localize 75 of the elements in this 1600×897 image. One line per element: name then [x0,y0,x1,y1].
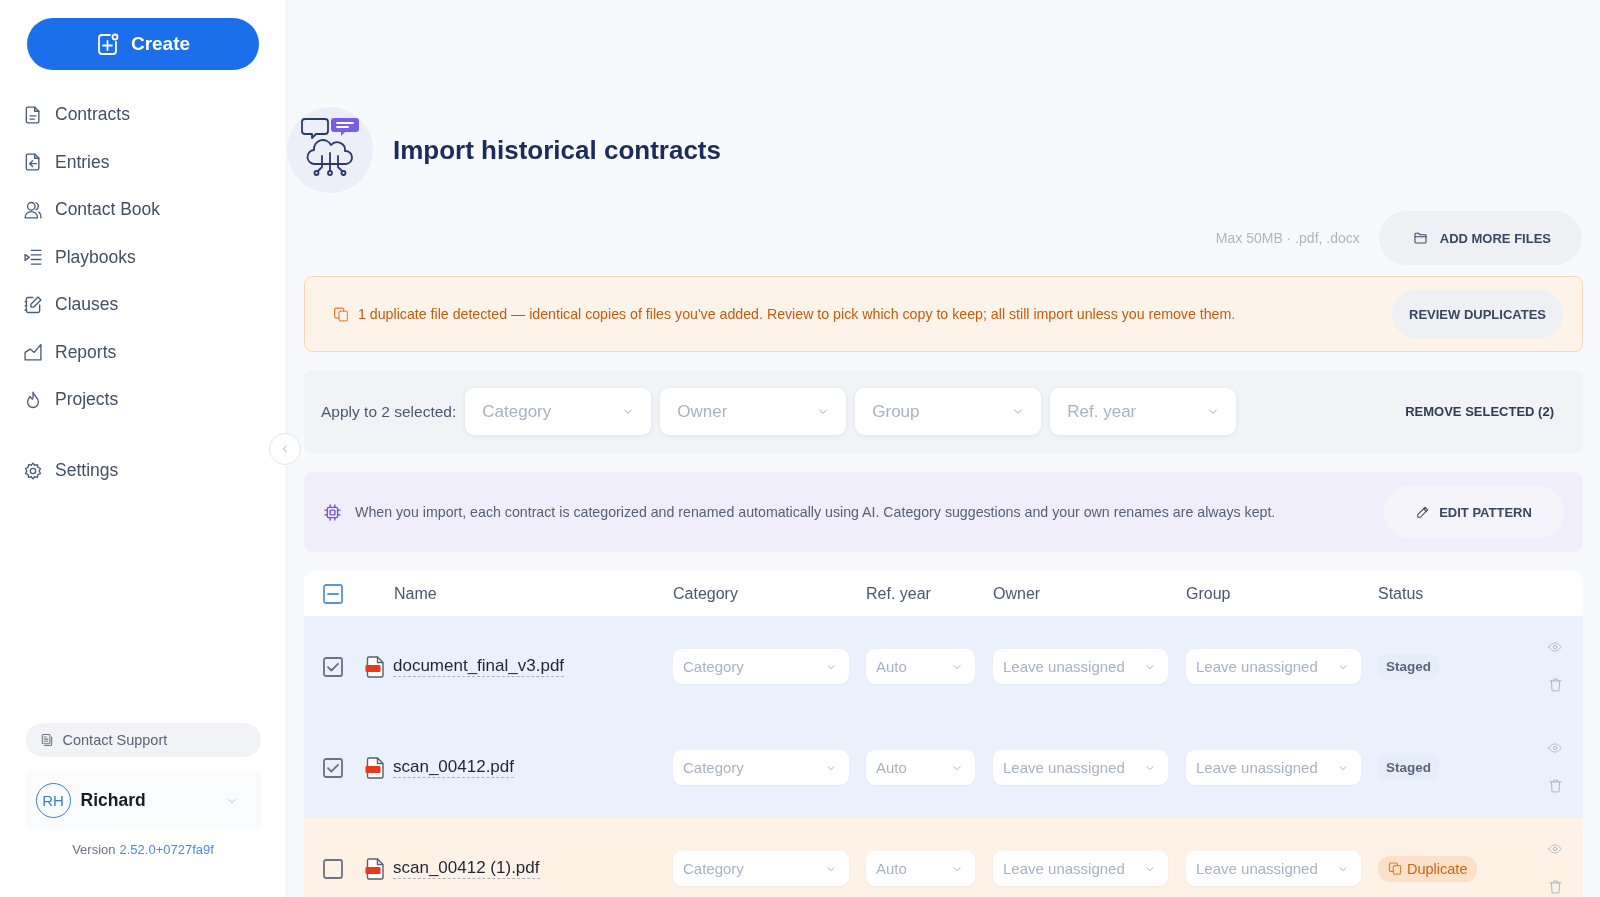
nav-item[interactable]: Contracts [0,91,286,139]
file-icon [365,756,384,779]
column-header: Ref. year [866,584,932,603]
remove-selected-button[interactable]: REMOVE SELECTED (2) [1405,404,1554,419]
chevron-down-icon [1336,763,1350,772]
column-header: Category [673,584,739,603]
settings-icon [23,460,43,481]
trash-icon[interactable] [1547,776,1563,795]
document-icon [23,104,43,125]
version-label: Version [72,842,116,858]
trash-icon[interactable] [1547,877,1563,896]
column-header: Name [393,584,438,603]
column-header: Group [1186,584,1232,603]
contact-support-button[interactable]: Contact Support [25,723,261,757]
nav-item[interactable]: Settings [0,447,286,495]
chevron-down-icon [824,763,838,772]
chevron-down-icon [1143,662,1157,671]
chevron-left-icon [281,443,289,455]
add-files-button[interactable]: ADD MORE FILES [1378,211,1582,265]
file-icon [365,655,384,678]
file-name[interactable]: document_final_v3.pdf [393,656,565,677]
page-title: Import historical contracts [393,134,721,166]
file-icon [365,857,384,880]
ai-notice-message: When you import, each contract is categorized and renamed automatically using AI. Category suggestions and your own renames are always kept. [355,504,1276,520]
play-list-icon [23,247,43,268]
select-all-checkbox[interactable] [323,583,343,604]
document-plus-icon [95,32,120,56]
duplicate-message: 1 duplicate file detected — identical copies of files you've added. Review to pick which copy to keep; all still import unless you remove them. [358,306,1236,322]
chevron-down-icon [1336,662,1350,671]
chevron-down-icon [824,864,838,873]
chip-icon [323,502,342,522]
chevron-down-icon [1143,763,1157,772]
chevron-down-icon [950,864,964,873]
note-pencil-icon [23,294,43,315]
review-duplicates-button[interactable]: REVIEW DUPLICATES [1392,289,1563,339]
apply-label: Apply to 2 selected: [321,402,457,421]
people-icon [23,199,43,220]
collapse-button[interactable] [269,433,301,465]
eye-icon[interactable] [1546,841,1564,856]
chevron-down-icon [824,662,838,671]
folder-icon [1412,231,1428,245]
eye-icon[interactable] [1546,639,1564,654]
trash-icon[interactable] [1547,675,1563,694]
nav-item[interactable]: Entries [0,138,286,186]
file-name[interactable]: scan_00412 (1).pdf [393,858,540,879]
nav-item[interactable]: Playbooks [0,233,286,281]
edit-pattern-button[interactable]: EDIT PATTERN [1384,486,1564,538]
create-button[interactable]: Create [27,18,259,70]
status-text: Duplicate [1407,860,1468,877]
nav-item[interactable]: Projects [0,376,286,424]
row-checkbox[interactable] [323,858,343,879]
document-arrow-icon [23,152,43,173]
file-name[interactable]: scan_00412.pdf [393,757,514,778]
chevron-down-icon [950,763,964,772]
chevron-down-icon [1143,864,1157,873]
user-menu[interactable]: RH Richard [25,772,261,829]
status-badge: Staged [1378,755,1439,780]
eye-icon[interactable] [1546,740,1564,755]
copy-icon [333,305,349,323]
document-icon [39,732,54,748]
chevron-down-icon [950,662,964,671]
row-checkbox[interactable] [323,757,343,778]
nav-item[interactable]: Contact Book [0,186,286,234]
upload-hint: Max 50MB · .pdf, .docx [1215,230,1360,246]
status-badge: Staged [1378,654,1439,679]
column-header: Status [1378,584,1425,603]
row-checkbox[interactable] [323,656,343,677]
column-header: Owner [993,584,1042,603]
chevron-down-icon [1336,864,1350,873]
copy-icon [1388,861,1402,876]
nav-item[interactable]: Clauses [0,281,286,329]
nav-item[interactable]: Reports [0,328,286,376]
version-link[interactable]: 2.52.0+0727fa9f [119,842,214,858]
chart-icon [23,342,43,363]
pencil-icon [1416,505,1431,519]
